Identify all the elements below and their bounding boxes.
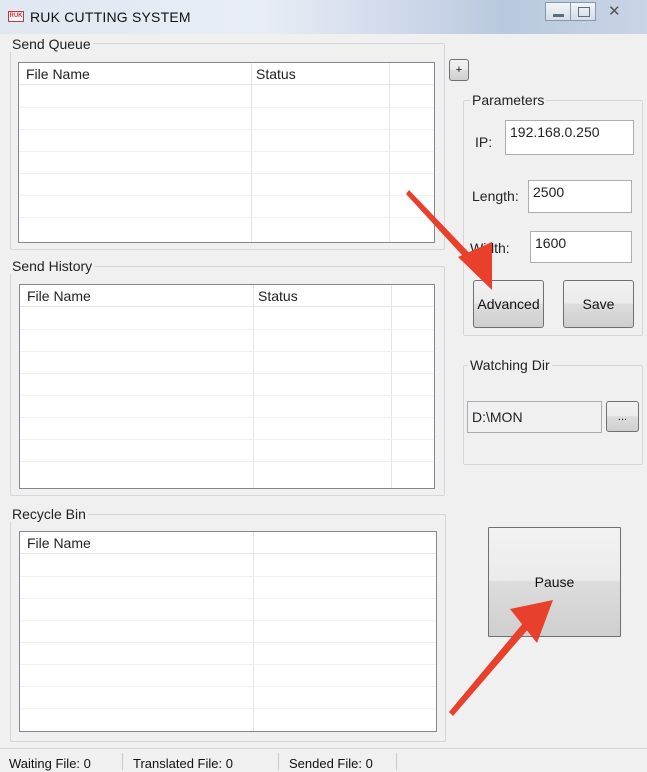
browse-button[interactable]: ... [606, 401, 639, 432]
send-queue-header: File Name Status [19, 63, 434, 85]
save-button[interactable]: Save [563, 280, 634, 328]
add-file-button[interactable]: + [449, 59, 469, 81]
recycle-bin-title: Recycle Bin [10, 506, 88, 522]
waiting-file-count: Waiting File: 0 [9, 756, 91, 771]
window-title: RUK CUTTING SYSTEM [30, 9, 191, 25]
width-input[interactable]: 1600 [530, 231, 632, 263]
maximize-button[interactable] [570, 2, 596, 21]
maximize-icon [578, 7, 590, 17]
send-history-list[interactable]: File Name Status [19, 284, 435, 489]
recycle-bin-list[interactable]: File Name [19, 531, 437, 732]
pause-button[interactable]: Pause [488, 527, 621, 637]
send-queue-title: Send Queue [10, 36, 93, 52]
column-header-status[interactable]: Status [258, 288, 298, 304]
minimize-button[interactable] [545, 2, 571, 21]
column-header-file-name[interactable]: File Name [26, 66, 90, 82]
close-icon: ✕ [608, 3, 621, 20]
length-label: Length: [472, 188, 519, 204]
length-input[interactable]: 2500 [528, 180, 632, 213]
app-icon: RUK [8, 11, 24, 22]
ip-input[interactable]: 192.168.0.250 [505, 120, 634, 155]
sended-file-count: Sended File: 0 [289, 756, 373, 771]
title-bar: RUK RUK CUTTING SYSTEM ✕ [0, 0, 647, 34]
advanced-button[interactable]: Advanced [473, 280, 544, 328]
send-queue-list[interactable]: File Name Status [18, 62, 435, 243]
send-history-title: Send History [10, 258, 95, 274]
watching-dir-path[interactable]: D:\MON [467, 401, 602, 433]
ip-label: IP: [475, 134, 493, 150]
minimize-icon [553, 14, 564, 17]
watching-dir-title: Watching Dir [468, 357, 552, 373]
close-button[interactable]: ✕ [595, 2, 637, 21]
column-header-status[interactable]: Status [256, 66, 296, 82]
window-controls: ✕ [545, 2, 637, 22]
column-header-file-name[interactable]: File Name [27, 288, 91, 304]
parameters-title: Parameters [470, 92, 547, 108]
translated-file-count: Translated File: 0 [133, 756, 233, 771]
status-bar: Waiting File: 0 Translated File: 0 Sende… [0, 748, 647, 772]
send-history-header: File Name Status [20, 285, 434, 307]
width-label: Width: [470, 240, 510, 256]
recycle-bin-header: File Name [20, 532, 436, 554]
column-header-file-name[interactable]: File Name [27, 535, 91, 551]
